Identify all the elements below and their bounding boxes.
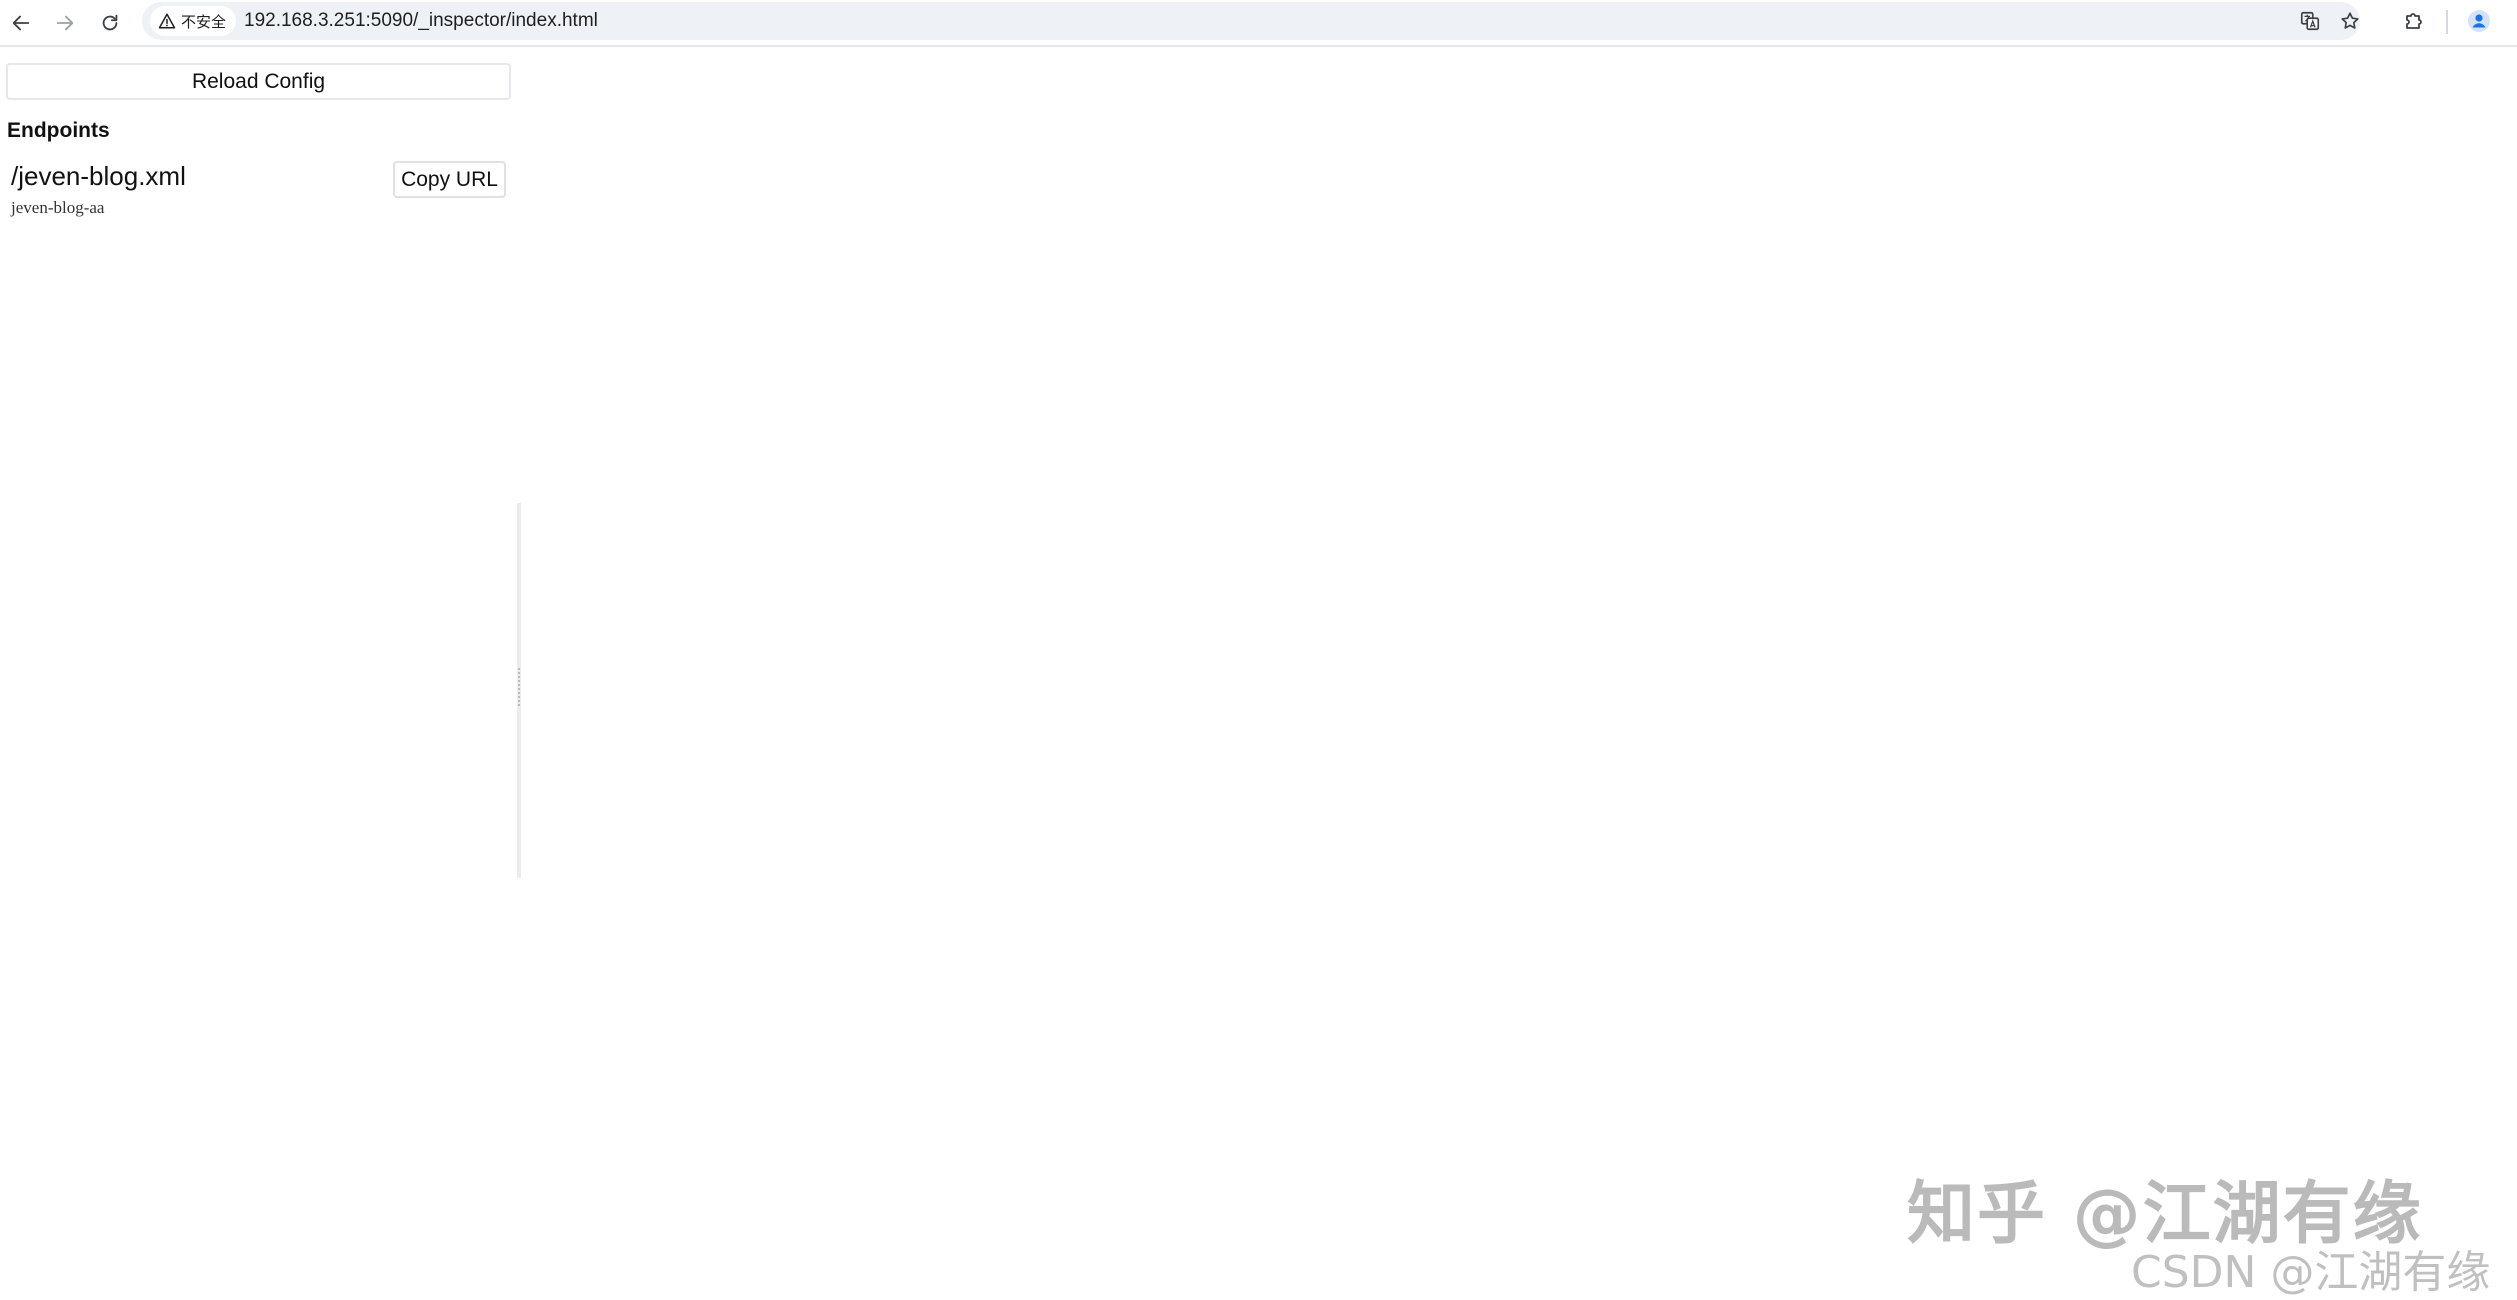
warning-triangle-icon	[158, 13, 176, 29]
translate-button[interactable]	[2295, 6, 2325, 36]
browser-toolbar: 不安全 192.168.3.251:5090/_inspector/index.…	[0, 0, 2517, 47]
forward-button[interactable]	[47, 5, 83, 41]
security-label: 不安全	[181, 12, 227, 31]
star-icon	[2341, 12, 2359, 29]
endpoint-path[interactable]: /jeven-blog.xml	[11, 161, 186, 192]
endpoint-item[interactable]: /jeven-blog.xml jeven-blog-aa Copy URL	[6, 156, 511, 226]
bookmark-button[interactable]	[2335, 6, 2365, 36]
watermark-csdn: CSDN @江湖有缘	[2131, 1247, 2491, 1298]
puzzle-icon	[2406, 13, 2422, 29]
url-text[interactable]: 192.168.3.251:5090/_inspector/index.html	[244, 2, 598, 40]
inspector-sidebar: Reload Config Endpoints /jeven-blog.xml …	[0, 48, 520, 1298]
copy-url-button[interactable]: Copy URL	[393, 161, 506, 198]
back-button[interactable]	[3, 5, 39, 41]
reload-button[interactable]	[92, 5, 128, 41]
arrow-left-icon	[12, 15, 30, 31]
reload-icon	[102, 14, 118, 31]
profile-avatar-icon	[2468, 10, 2490, 32]
endpoints-heading: Endpoints	[7, 119, 110, 142]
panel-resize-handle[interactable]	[517, 503, 521, 878]
profile-button[interactable]	[2462, 4, 2496, 38]
security-indicator[interactable]: 不安全	[150, 6, 237, 36]
toolbar-divider	[2446, 10, 2448, 34]
address-bar[interactable]: 不安全 192.168.3.251:5090/_inspector/index.…	[142, 2, 2360, 40]
translate-icon	[2300, 11, 2320, 31]
reload-config-button[interactable]: Reload Config	[6, 63, 511, 100]
endpoint-name: jeven-blog-aa	[11, 198, 105, 217]
resize-grip-icon	[518, 668, 520, 708]
arrow-right-icon	[56, 15, 74, 31]
extensions-button[interactable]	[2397, 4, 2431, 38]
